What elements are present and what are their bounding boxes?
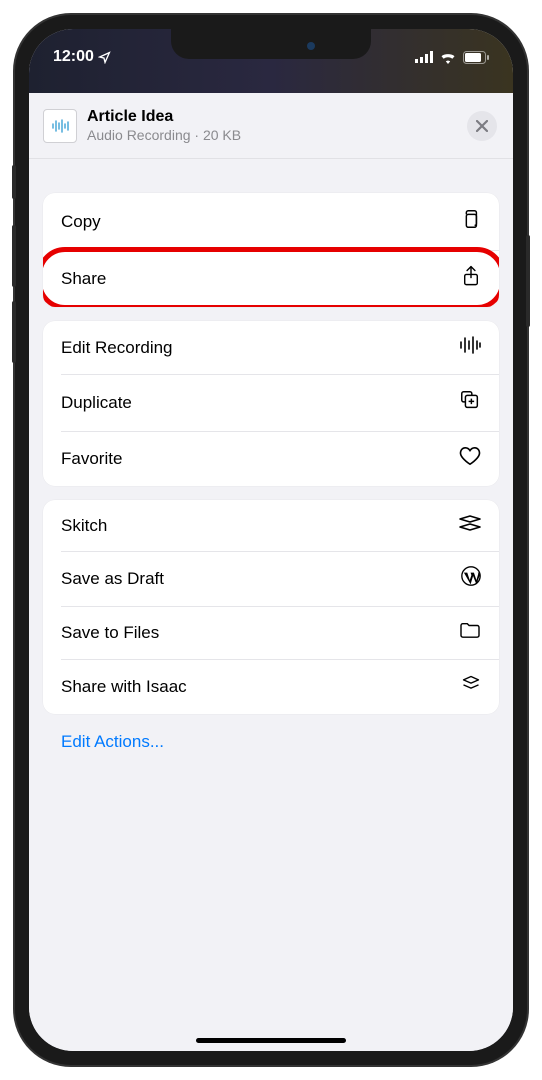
row-label: Favorite bbox=[61, 449, 122, 469]
duplicate-icon bbox=[459, 389, 481, 416]
audio-wave-icon bbox=[51, 119, 69, 133]
volume-down-button bbox=[12, 301, 16, 363]
save-as-draft-row[interactable]: Save as Draft bbox=[43, 551, 499, 606]
status-time-text: 12:00 bbox=[53, 48, 94, 66]
status-indicators bbox=[415, 51, 489, 64]
sheet-header: Article Idea Audio Recording · 20 KB bbox=[29, 93, 513, 159]
copy-row[interactable]: Copy bbox=[43, 193, 499, 250]
row-label: Share with Isaac bbox=[61, 677, 187, 697]
folder-icon bbox=[459, 621, 481, 644]
row-label: Skitch bbox=[61, 516, 107, 536]
silence-switch bbox=[12, 165, 16, 199]
document-title: Article Idea bbox=[87, 107, 467, 126]
sheet-body: Copy Share bbox=[29, 159, 513, 768]
row-label: Edit Recording bbox=[61, 338, 173, 358]
copy-icon bbox=[459, 208, 481, 235]
document-titles: Article Idea Audio Recording · 20 KB bbox=[87, 107, 467, 144]
row-label: Share bbox=[61, 269, 106, 289]
volume-up-button bbox=[12, 225, 16, 287]
favorite-row[interactable]: Favorite bbox=[43, 431, 499, 486]
close-icon bbox=[476, 120, 488, 132]
row-label: Save to Files bbox=[61, 623, 159, 643]
share-icon bbox=[461, 265, 481, 292]
share-sheet: Article Idea Audio Recording · 20 KB Cop… bbox=[29, 93, 513, 1051]
sheet-backdrop-gap bbox=[29, 77, 513, 93]
status-time: 12:00 bbox=[53, 48, 111, 66]
row-label: Save as Draft bbox=[61, 569, 164, 589]
document-subtitle: Audio Recording · 20 KB bbox=[87, 126, 467, 144]
heart-icon bbox=[459, 446, 481, 471]
home-indicator[interactable] bbox=[196, 1038, 346, 1043]
battery-icon bbox=[463, 51, 489, 64]
share-row[interactable]: Share bbox=[43, 250, 499, 307]
phone-frame: 12:00 Article Idea Audio Recording · bbox=[15, 15, 527, 1065]
row-label: Duplicate bbox=[61, 393, 132, 413]
cellular-icon bbox=[415, 51, 433, 63]
phone-screen: 12:00 Article Idea Audio Recording · bbox=[29, 29, 513, 1051]
row-label: Copy bbox=[61, 212, 101, 232]
stack-icon bbox=[461, 674, 481, 699]
action-group-3: Skitch Save as Draft Save to Files bbox=[43, 500, 499, 714]
waveform-icon bbox=[459, 336, 481, 359]
action-group-2: Edit Recording Duplicate Favorite bbox=[43, 321, 499, 486]
power-button bbox=[526, 235, 530, 327]
skitch-row[interactable]: Skitch bbox=[43, 500, 499, 551]
skitch-icon bbox=[459, 515, 481, 536]
document-thumbnail bbox=[43, 109, 77, 143]
edit-actions-label: Edit Actions... bbox=[61, 732, 164, 751]
action-group-1: Copy Share bbox=[43, 193, 499, 307]
wordpress-icon bbox=[461, 566, 481, 591]
save-to-files-row[interactable]: Save to Files bbox=[43, 606, 499, 659]
close-button[interactable] bbox=[467, 111, 497, 141]
wifi-icon bbox=[439, 51, 457, 64]
share-with-isaac-row[interactable]: Share with Isaac bbox=[43, 659, 499, 714]
notch bbox=[171, 29, 371, 59]
edit-actions-link[interactable]: Edit Actions... bbox=[43, 728, 499, 768]
location-icon bbox=[98, 51, 111, 64]
tutorial-highlight bbox=[43, 247, 499, 307]
duplicate-row[interactable]: Duplicate bbox=[43, 374, 499, 431]
edit-recording-row[interactable]: Edit Recording bbox=[43, 321, 499, 374]
